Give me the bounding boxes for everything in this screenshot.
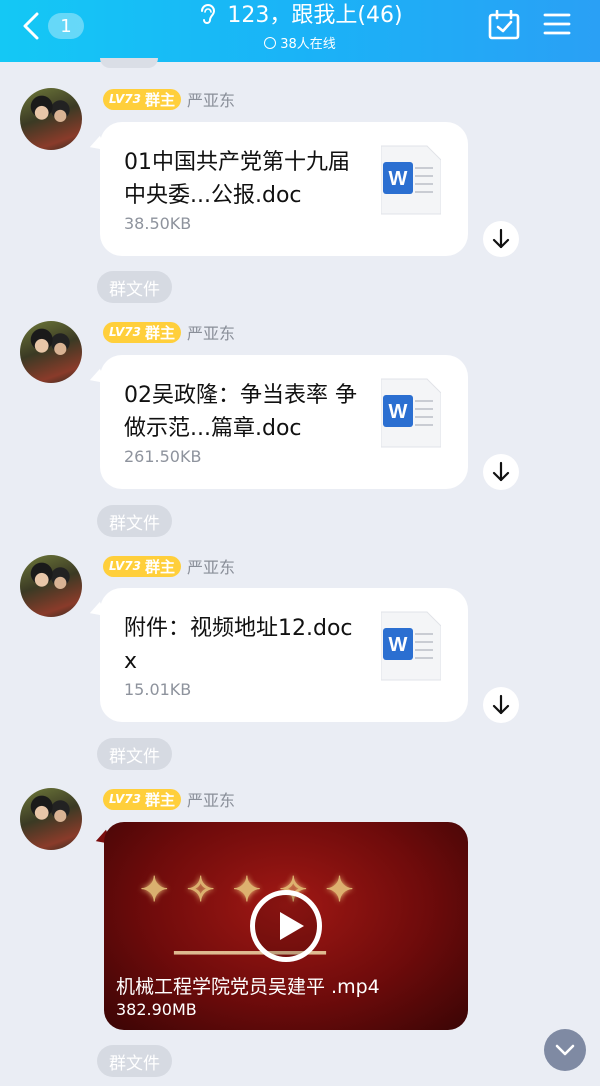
word-doc-icon: W	[381, 611, 441, 681]
sender-meta: LV73 群主 严亚东	[103, 321, 235, 343]
video-size: 382.90MB	[116, 1000, 197, 1019]
avatar[interactable]	[20, 555, 82, 617]
sender-meta: LV73 群主 严亚东	[103, 788, 235, 810]
avatar[interactable]	[20, 88, 82, 150]
avatar[interactable]	[20, 321, 82, 383]
sender-meta: LV73 群主 严亚东	[103, 88, 235, 110]
level-badge: LV73 群主	[103, 88, 181, 110]
sender-name: 严亚东	[187, 324, 236, 343]
video-message[interactable]: ✦ ✧ ✦ ✧ ✦ ━━━━━━━━━━━━ 机械工程学院党员吴建平 .mp4 …	[104, 822, 468, 1030]
svg-text:W: W	[389, 401, 408, 423]
avatar[interactable]	[20, 788, 82, 850]
svg-text:W: W	[389, 168, 408, 190]
download-arrow-icon	[492, 228, 510, 249]
group-file-tag[interactable]: 群文件	[97, 738, 172, 770]
file-name: 01中国共产党第十九届中央委...公报.doc	[124, 150, 350, 208]
sender-name: 严亚东	[187, 91, 236, 110]
chevron-down-icon	[555, 1044, 575, 1056]
svg-text:W: W	[389, 634, 408, 656]
file-size: 261.50KB	[124, 447, 202, 466]
sender-name: 严亚东	[187, 791, 236, 810]
video-name: 机械工程学院党员吴建平 .mp4	[116, 976, 380, 998]
group-file-tag-partial	[100, 58, 158, 68]
ear-icon	[201, 4, 216, 24]
download-button[interactable]	[483, 454, 519, 490]
file-message-bubble[interactable]: 01中国共产党第十九届中央委...公报.doc 38.50KB W	[100, 122, 468, 256]
file-message-bubble[interactable]: 附件：视频地址12.docx 15.01KB W	[100, 588, 468, 722]
word-doc-icon: W	[381, 145, 441, 215]
file-name: 02吴政隆：争当表率 争做示范...篇章.doc	[124, 383, 357, 441]
level-badge: LV73 群主	[103, 555, 181, 577]
group-file-tag[interactable]: 群文件	[97, 271, 172, 303]
download-arrow-icon	[492, 461, 510, 482]
group-file-tag[interactable]: 群文件	[97, 1045, 172, 1077]
group-file-tag[interactable]: 群文件	[97, 505, 172, 537]
sender-name: 严亚东	[187, 558, 236, 577]
online-count: 38人在线	[280, 37, 336, 52]
file-name: 附件：视频地址12.docx	[124, 616, 353, 674]
chat-header: 1 123，跟我上(46) 38人在线	[0, 0, 600, 62]
online-check-icon	[264, 37, 277, 49]
file-message-bubble[interactable]: 02吴政隆：争当表率 争做示范...篇章.doc 261.50KB W	[100, 355, 468, 489]
file-size: 38.50KB	[124, 214, 192, 233]
calendar-check-icon[interactable]	[488, 10, 520, 40]
level-badge: LV73 群主	[103, 788, 181, 810]
scroll-to-bottom-button[interactable]	[544, 1029, 586, 1071]
video-thumbnail-art: ✦ ✧ ✦ ✧ ✦	[140, 870, 357, 910]
download-arrow-icon	[492, 694, 510, 715]
level-badge: LV73 群主	[103, 321, 181, 343]
download-button[interactable]	[483, 687, 519, 723]
sender-meta: LV73 群主 严亚东	[103, 555, 235, 577]
menu-icon[interactable]	[543, 12, 571, 36]
file-size: 15.01KB	[124, 680, 192, 699]
word-doc-icon: W	[381, 378, 441, 448]
play-icon[interactable]	[250, 890, 322, 962]
download-button[interactable]	[483, 221, 519, 257]
chat-title-text: 123，跟我上(46)	[227, 3, 403, 28]
